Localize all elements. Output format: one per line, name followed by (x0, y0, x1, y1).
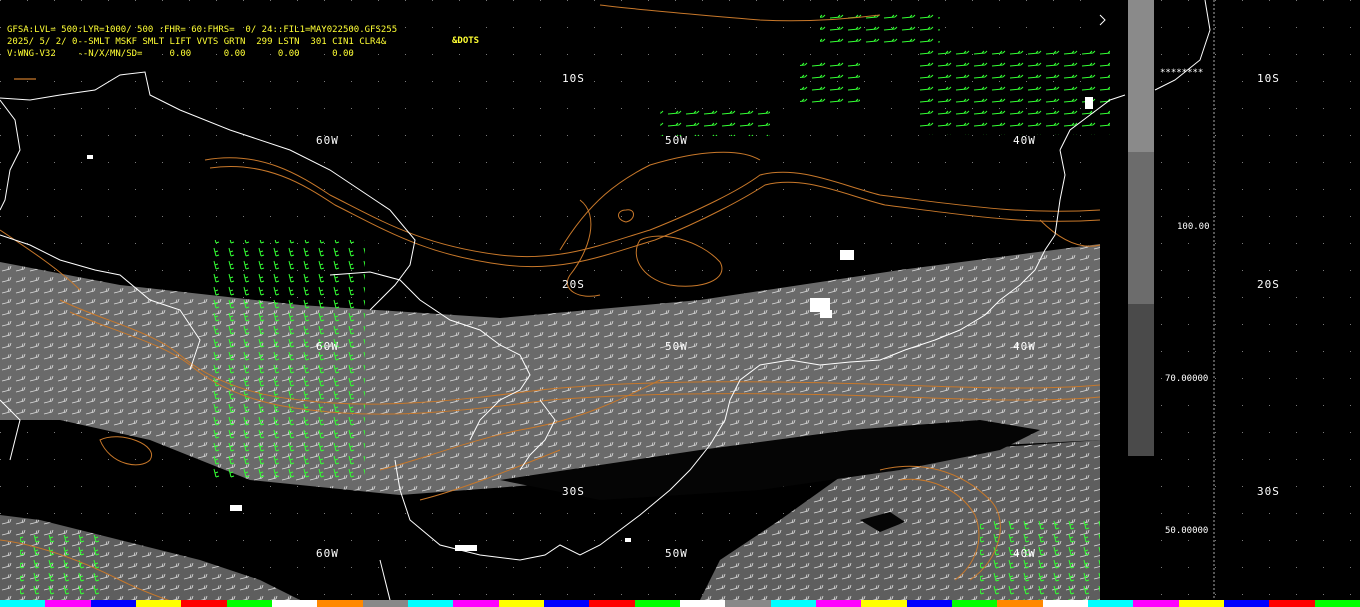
palette-swatch (1223, 600, 1270, 607)
color-bar-stars: ******** (1160, 68, 1204, 78)
wind-barbs-green-north2 (660, 108, 770, 136)
map-viewport[interactable]: GFSA:LVL= 500:LYR=1000/ 500 :FHR= 60:FHR… (0, 0, 1360, 607)
palette-swatch (90, 600, 136, 607)
palette-swatch (589, 600, 635, 607)
lon-label-50w-mid: 50W (665, 340, 688, 353)
color-bar-segment-3 (1128, 304, 1154, 456)
palette-swatch (0, 600, 46, 607)
palette-swatch (1314, 600, 1360, 607)
palette-swatch (634, 600, 680, 607)
wind-barbs-green-southeast (980, 520, 1100, 600)
palette-swatch (362, 600, 408, 607)
palette-swatch (181, 600, 227, 607)
palette-swatch (906, 600, 952, 607)
color-bar-label-50: 50.00000 (1165, 526, 1209, 536)
color-bar-segment-2 (1128, 152, 1154, 304)
wind-barbs-green-central (205, 240, 365, 480)
lat-label-10s: 10S (562, 72, 585, 85)
header-line-1: GFSA:LVL= 500:LYR=1000/ 500 :FHR= 60:FHR… (7, 25, 398, 35)
map-canvas (0, 0, 1360, 607)
palette-swatch (407, 600, 454, 607)
header-line-3: V:WNG-V32 --N/X/MN/SD= 0.00 0.00 0.00 0.… (7, 49, 354, 59)
palette-swatch (815, 600, 862, 607)
right-lat-label-10s: 10S (1257, 72, 1280, 85)
lon-label-40w-top: 40W (1013, 134, 1036, 147)
palette-swatch (543, 600, 590, 607)
palette-swatch (45, 600, 91, 607)
lon-label-50w-top: 50W (665, 134, 688, 147)
wind-barbs-green-southwest (20, 535, 100, 600)
palette-swatch (679, 600, 726, 607)
lon-label-40w-bottom: 40W (1013, 547, 1036, 560)
wind-barbs-green-northeast (920, 50, 1110, 135)
palette-swatch (1178, 600, 1224, 607)
dots-label: &DOTS (452, 36, 480, 46)
palette-swatch (997, 600, 1043, 607)
lon-label-50w-bottom: 50W (665, 547, 688, 560)
color-bar (1128, 0, 1154, 456)
palette-swatch (951, 600, 998, 607)
palette-swatch (725, 600, 771, 607)
color-bar-label-100: 100.00 (1177, 222, 1210, 232)
palette-swatch (1042, 600, 1088, 607)
palette-swatch (1269, 600, 1315, 607)
lon-label-60w-bottom: 60W (316, 547, 339, 560)
palette-swatch (1133, 600, 1179, 607)
color-bar-segment-1 (1128, 0, 1154, 152)
palette-swatch (861, 600, 907, 607)
palette-swatch (453, 600, 499, 607)
palette-strip (0, 600, 1360, 607)
right-lat-label-30s: 30S (1257, 485, 1280, 498)
lat-label-20s: 20S (562, 278, 585, 291)
grid-dots-right (1160, 0, 1360, 607)
header-line-2: 2025/ 5/ 2/ 0--SMLT MSKF SMLT LIFT VVTS … (7, 37, 387, 47)
palette-swatch (135, 600, 182, 607)
wind-barbs-green-north (800, 60, 860, 105)
palette-swatch (317, 600, 363, 607)
palette-swatch (271, 600, 318, 607)
lon-label-40w-mid: 40W (1013, 340, 1036, 353)
color-bar-label-70: 70.00000 (1165, 374, 1209, 384)
right-lat-label-20s: 20S (1257, 278, 1280, 291)
palette-swatch (770, 600, 816, 607)
lon-label-60w-mid: 60W (316, 340, 339, 353)
palette-swatch (226, 600, 272, 607)
palette-swatch (1087, 600, 1134, 607)
palette-swatch (498, 600, 544, 607)
lon-label-60w-top: 60W (316, 134, 339, 147)
lat-label-30s: 30S (562, 485, 585, 498)
